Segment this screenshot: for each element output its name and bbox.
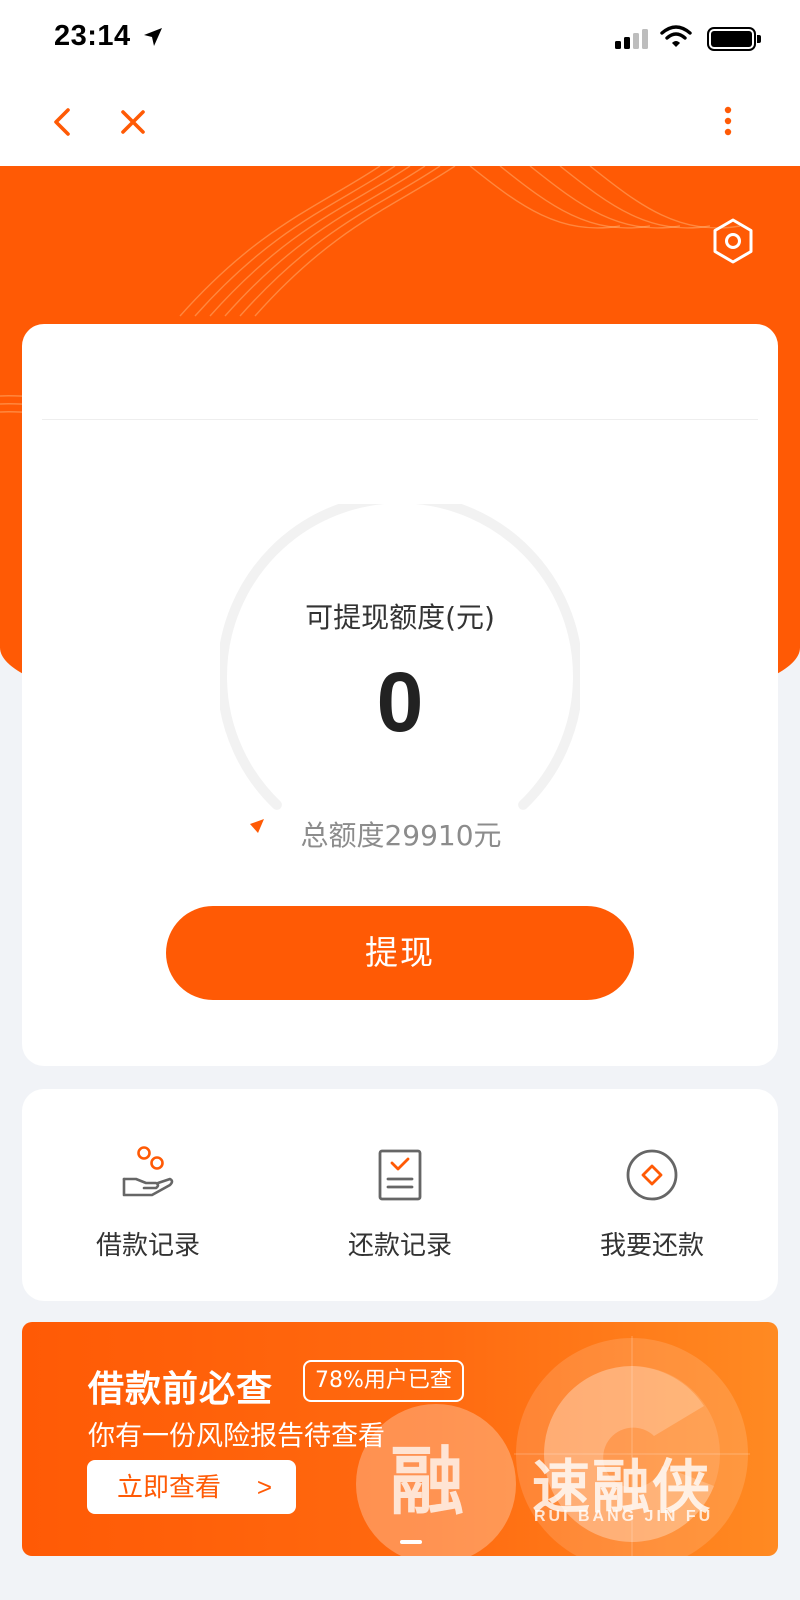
- chevron-right-icon: >: [256, 1472, 272, 1502]
- action-label: 还款记录: [347, 1231, 452, 1261]
- location-arrow-icon: [144, 28, 162, 46]
- watermark-brand-sub: RUI BANG JIN FU: [534, 1508, 714, 1525]
- promo-banner[interactable]: 融 速融侠 RUI BANG JIN FU 借款前必查 78%用户已查 你有一份…: [22, 1322, 778, 1556]
- action-borrow-records[interactable]: 借款记录: [22, 1089, 274, 1301]
- status-time: 23:14: [54, 20, 131, 52]
- quota-card: 可提现额度(元) 0 总额度29910元 提现: [22, 324, 778, 1066]
- status-bar: 23:14: [0, 0, 800, 80]
- repay-checklist-icon: [378, 1149, 422, 1201]
- withdraw-button[interactable]: 提现: [166, 906, 634, 1000]
- battery-icon: [707, 27, 761, 51]
- nav-bar: [0, 80, 800, 166]
- action-label: 我要还款: [599, 1231, 704, 1261]
- repay-diamond-icon: [626, 1149, 678, 1201]
- carousel-indicator: [400, 1540, 422, 1544]
- banner-title: 借款前必查: [88, 1369, 274, 1410]
- available-quota-value: 0: [376, 655, 424, 749]
- more-vertical-icon[interactable]: [720, 104, 736, 140]
- available-quota-label: 可提现额度(元): [305, 601, 495, 634]
- close-icon[interactable]: [118, 104, 148, 140]
- cellular-signal-icon: [615, 29, 648, 49]
- borrow-coins-icon: [122, 1146, 174, 1197]
- action-make-repayment[interactable]: 我要还款: [526, 1089, 778, 1301]
- watermark-char: 融: [390, 1439, 464, 1525]
- total-quota-text: 总额度29910元: [300, 819, 502, 852]
- view-now-label: 立即查看: [117, 1472, 222, 1502]
- banner-badge: 78%用户已查: [303, 1360, 464, 1402]
- banner-subtitle: 你有一份风险报告待查看: [88, 1421, 385, 1452]
- divider: [42, 419, 758, 420]
- wifi-icon: [660, 25, 692, 47]
- settings-hexagon-icon[interactable]: [708, 216, 758, 266]
- view-now-button[interactable]: 立即查看 >: [87, 1460, 296, 1514]
- action-label: 借款记录: [95, 1231, 200, 1261]
- actions-card: 借款记录 还款记录 我要还款: [22, 1089, 778, 1301]
- chevron-left-icon[interactable]: [48, 104, 78, 140]
- action-repay-records[interactable]: 还款记录: [274, 1089, 526, 1301]
